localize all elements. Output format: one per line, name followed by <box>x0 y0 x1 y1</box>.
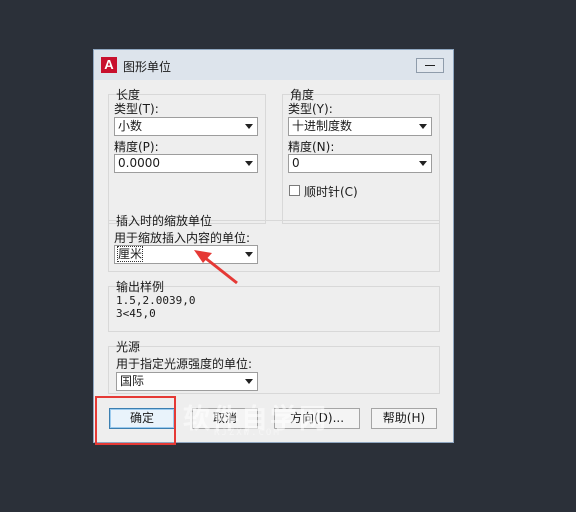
watermark-domain: RJZXW.COM <box>214 428 281 438</box>
